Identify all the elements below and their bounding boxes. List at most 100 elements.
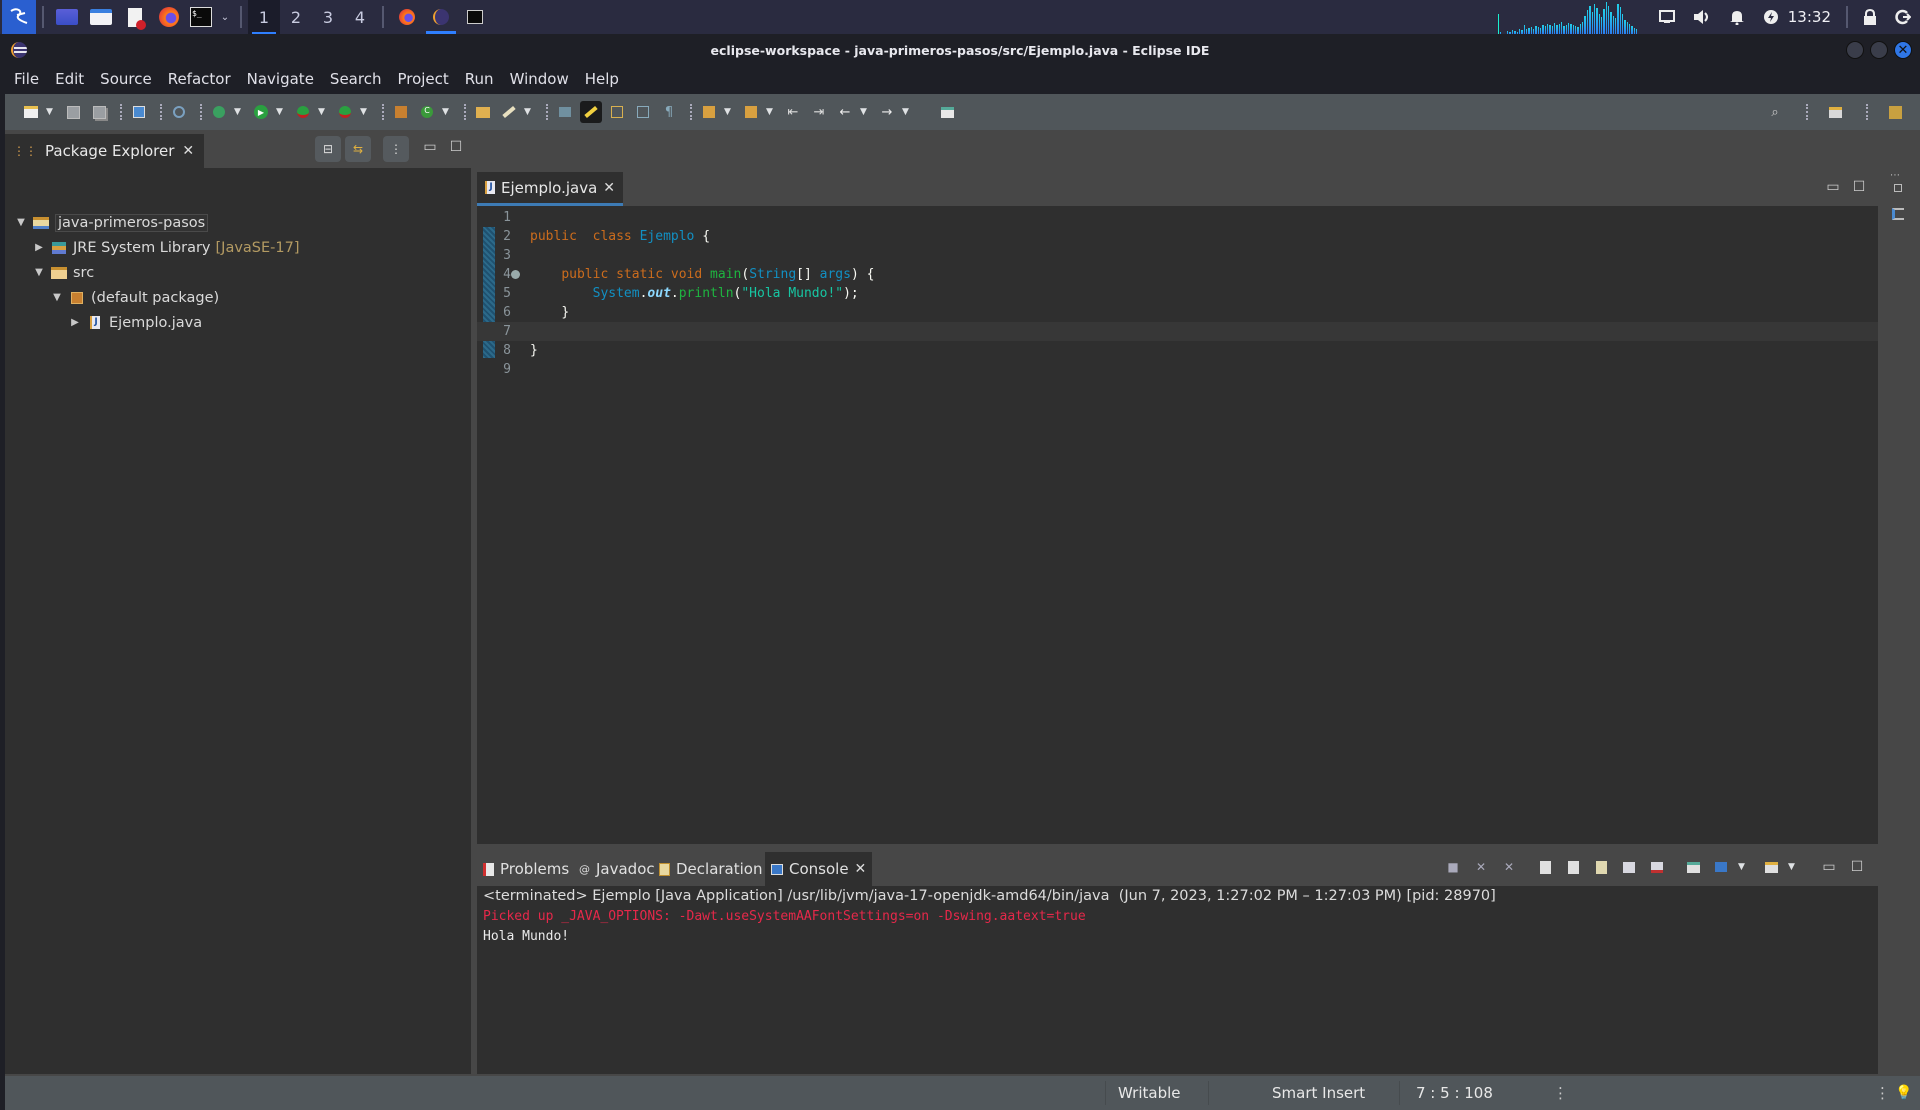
remove-all-terminated-icon[interactable]: ✕ [1498, 856, 1520, 878]
network-icon[interactable] [1650, 0, 1684, 34]
back-dropdown[interactable]: ▼ [860, 107, 870, 117]
scroll-lock-icon[interactable] [1562, 856, 1584, 878]
code-line[interactable]: 5 System.out.println("Hola Mundo!"); [477, 284, 1878, 303]
tree-item[interactable]: ▼ (default package) [5, 285, 471, 310]
workspace-4[interactable]: 4 [344, 0, 376, 34]
clear-console-icon[interactable] [1534, 856, 1556, 878]
external-tools-icon[interactable] [334, 101, 356, 123]
file-manager-icon[interactable] [84, 0, 118, 34]
next-annotation-icon[interactable] [698, 101, 720, 123]
remove-launch-icon[interactable]: ✕ [1470, 856, 1492, 878]
collapse-arrow-icon[interactable]: ▼ [13, 217, 29, 228]
new-icon[interactable] [20, 101, 42, 123]
new-package-icon[interactable] [390, 101, 412, 123]
terminal-icon[interactable]: $_ [186, 0, 216, 34]
word-wrap-icon[interactable] [632, 101, 654, 123]
minimize-button[interactable] [1846, 41, 1864, 59]
expand-arrow-icon[interactable]: ▶ [31, 242, 47, 253]
open-console-icon[interactable] [1760, 856, 1782, 878]
code-line[interactable]: 3 [477, 246, 1878, 265]
menu-window[interactable]: Window [502, 64, 577, 94]
lock-icon[interactable] [1854, 0, 1886, 34]
menu-file[interactable]: File [6, 64, 47, 94]
code-editor[interactable]: 1 2 public class Ejemplo {3 4 public static… [477, 206, 1878, 844]
back-icon[interactable]: ← [834, 101, 856, 123]
search-brush-icon[interactable] [498, 101, 520, 123]
next-annotation-dropdown[interactable]: ▼ [724, 107, 734, 117]
menu-refactor[interactable]: Refactor [160, 64, 239, 94]
lightbulb-icon[interactable]: 💡 [1895, 1076, 1912, 1110]
workspace-2[interactable]: 2 [280, 0, 312, 34]
link-with-editor-icon[interactable]: ⇆ [345, 136, 371, 162]
terminate-icon[interactable]: ■ [1442, 856, 1464, 878]
code-line[interactable]: 9 [477, 360, 1878, 379]
minimize-view-icon[interactable]: ▭ [419, 136, 441, 158]
word-wrap-icon[interactable] [1590, 856, 1612, 878]
firefox-window-button[interactable] [390, 0, 424, 34]
run-dropdown[interactable]: ▼ [276, 107, 286, 117]
new-class-dropdown[interactable]: ▼ [442, 107, 452, 117]
tree-item[interactable]: ▶ JRE System Library [JavaSE-17] [5, 235, 471, 260]
eclipse-window-button[interactable] [424, 0, 458, 34]
menu-run[interactable]: Run [457, 64, 502, 94]
volume-icon[interactable] [1684, 0, 1720, 34]
code-line[interactable]: 8} [477, 341, 1878, 360]
menu-source[interactable]: Source [92, 64, 160, 94]
save-all-icon[interactable] [88, 101, 110, 123]
clock[interactable]: 13:32 [1788, 0, 1840, 34]
code-line[interactable]: 4 public static void main(String[] args)… [477, 265, 1878, 284]
chevron-down-icon[interactable]: ⌄ [216, 0, 234, 34]
open-type-icon[interactable] [472, 101, 494, 123]
search-dropdown[interactable]: ▼ [524, 107, 534, 117]
close-icon[interactable]: ✕ [855, 861, 867, 877]
minimize-view-icon[interactable]: ▭ [1818, 856, 1840, 878]
menu-edit[interactable]: Edit [47, 64, 92, 94]
display-console-dropdown[interactable]: ▼ [1738, 862, 1748, 872]
open-perspective-icon[interactable] [1824, 101, 1846, 123]
close-icon[interactable]: ✕ [603, 180, 615, 196]
menu-project[interactable]: Project [389, 64, 456, 94]
show-console-on-error-icon[interactable] [1646, 856, 1668, 878]
fold-toggle-icon[interactable] [511, 270, 520, 279]
pin-console-icon[interactable] [1682, 856, 1704, 878]
close-icon[interactable]: ✕ [182, 143, 194, 159]
tab-console[interactable]: Console ✕ [765, 852, 873, 886]
new-dropdown[interactable]: ▼ [46, 107, 56, 117]
power-manager-icon[interactable] [1754, 0, 1788, 34]
search-icon[interactable]: ⌕ [1764, 101, 1786, 123]
coverage-icon[interactable] [292, 101, 314, 123]
view-menu-icon[interactable]: ⋮ [383, 136, 409, 162]
show-console-on-output-icon[interactable] [1618, 856, 1640, 878]
previous-annotation-dropdown[interactable]: ▼ [766, 107, 776, 117]
forward-edit-icon[interactable]: ⇥ [808, 101, 830, 123]
firefox-icon[interactable] [152, 0, 186, 34]
tree-item[interactable]: ▶ J Ejemplo.java [5, 310, 471, 335]
coverage-dropdown[interactable]: ▼ [318, 107, 328, 117]
display-console-icon[interactable] [1710, 856, 1732, 878]
kali-menu-icon[interactable] [2, 0, 36, 34]
previous-annotation-icon[interactable] [740, 101, 762, 123]
tree-item[interactable]: ▼ src [5, 260, 471, 285]
tree-item[interactable]: ▼ java-primeros-pasos [5, 210, 471, 235]
forward-icon[interactable]: → [876, 101, 898, 123]
logout-icon[interactable] [1886, 0, 1920, 34]
code-line[interactable]: 1 [477, 208, 1878, 227]
tab-declaration[interactable]: Declaration [653, 852, 768, 886]
mark-occurrences-icon[interactable] [580, 101, 602, 123]
desktop-icon[interactable] [50, 0, 84, 34]
pin-editor-icon[interactable] [936, 101, 958, 123]
cpu-usage-graph[interactable] [1497, 0, 1638, 34]
notification-bell-icon[interactable] [1720, 0, 1754, 34]
open-console-dropdown[interactable]: ▼ [1788, 862, 1798, 872]
toggle-breadcrumb-icon[interactable] [554, 101, 576, 123]
code-line[interactable]: 7 [477, 322, 1878, 341]
code-line[interactable]: 6 } [477, 303, 1878, 322]
external-tools-dropdown[interactable]: ▼ [360, 107, 370, 117]
restore-icon[interactable] [1894, 184, 1902, 192]
debug-icon[interactable] [208, 101, 230, 123]
show-whitespace-icon[interactable]: ¶ [658, 101, 680, 123]
code-line[interactable]: 2 public class Ejemplo { [477, 227, 1878, 246]
minimize-editor-icon[interactable]: ▭ [1822, 176, 1844, 198]
java-perspective-icon[interactable] [1884, 101, 1906, 123]
tab-javadoc[interactable]: @ Javadoc [573, 852, 661, 886]
